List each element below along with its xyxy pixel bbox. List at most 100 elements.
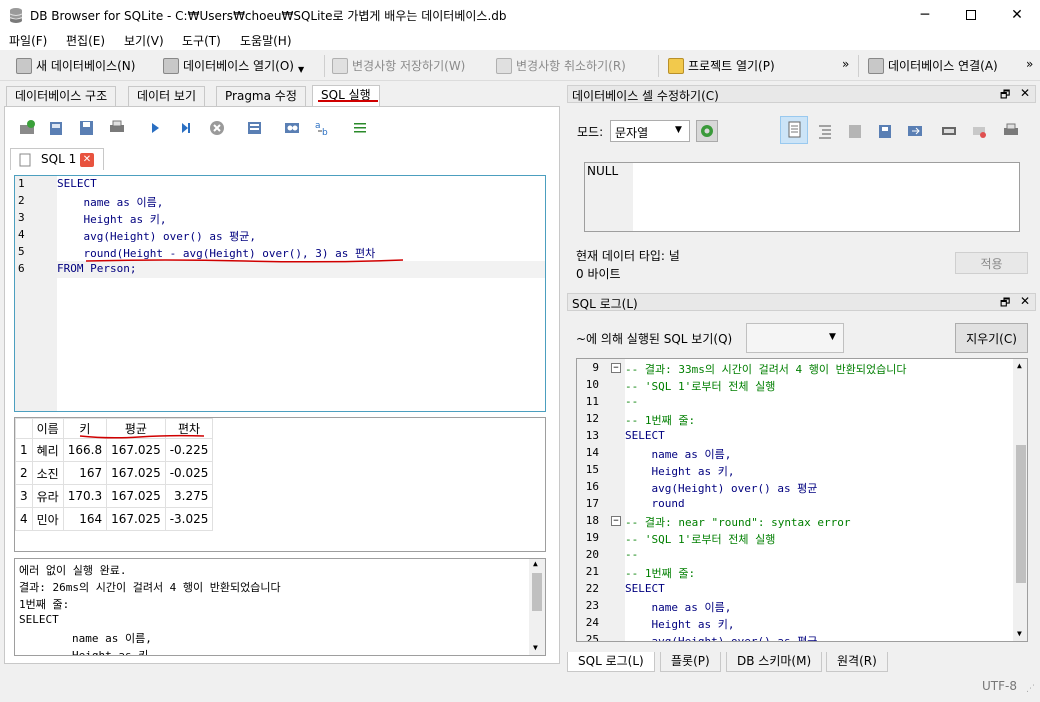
menu-edit[interactable]: 편집(E): [66, 32, 105, 49]
fold-marker-icon[interactable]: −: [611, 363, 621, 373]
clear-log-button[interactable]: 지우기(C): [955, 323, 1028, 353]
set-null-icon[interactable]: [906, 122, 924, 140]
menu-view[interactable]: 보기(V): [124, 32, 164, 49]
float-panel-icon[interactable]: 🗗: [1000, 86, 1010, 105]
clear-icon[interactable]: [970, 122, 988, 140]
row-number[interactable]: 4: [15, 507, 33, 531]
apply-button[interactable]: 적용: [955, 252, 1028, 274]
maximize-button[interactable]: [948, 0, 994, 30]
save-sql-file-button[interactable]: [78, 119, 96, 137]
table-cell[interactable]: 167.025: [106, 507, 166, 531]
tab-execute-sql[interactable]: SQL 실행: [312, 85, 380, 107]
execution-message-box[interactable]: 에러 없이 실행 완료. 결과: 26ms의 시간이 걸려서 4 행이 반환되었…: [14, 558, 546, 656]
scroll-up-icon[interactable]: ▲: [533, 559, 538, 568]
log-line-number: 18: [585, 514, 599, 527]
menu-file[interactable]: 파일(F): [9, 32, 47, 49]
open-sql-file-button[interactable]: [48, 119, 66, 137]
find-replace-button[interactable]: ab: [314, 119, 332, 138]
log-line: -- 'SQL 1'로부터 전체 실행: [625, 380, 776, 393]
results-grid[interactable]: 이름 키 평균 편차 1 혜리 166.8 167.025 -0.225 2 소…: [14, 417, 546, 552]
close-tab-icon[interactable]: ✕: [80, 153, 94, 167]
scrollbar-thumb[interactable]: [532, 573, 542, 611]
resize-grip-icon[interactable]: ⋰: [1026, 684, 1035, 694]
scroll-down-icon[interactable]: ▼: [533, 643, 538, 652]
row-number[interactable]: 3: [15, 484, 33, 508]
auto-switch-mode-button[interactable]: [696, 120, 718, 142]
stop-execution-button[interactable]: [208, 119, 226, 137]
menu-help[interactable]: 도움말(H): [240, 32, 292, 49]
table-cell[interactable]: -3.025: [164, 507, 214, 531]
mode-select[interactable]: 문자열 ▼: [610, 120, 690, 142]
write-changes-button[interactable]: 변경사항 저장하기(W): [332, 57, 465, 74]
tab-edit-pragmas[interactable]: Pragma 수정: [216, 86, 306, 106]
vertical-scrollbar[interactable]: ▲ ▼: [529, 559, 545, 655]
sql-log-filter-select[interactable]: ▼: [746, 323, 844, 353]
import-icon[interactable]: [846, 122, 864, 140]
table-row[interactable]: 2 소진 167 167.025 -0.025: [15, 461, 214, 485]
sql-log-view[interactable]: 9 -- 결과: 33ms의 시간이 걸려서 4 행이 반환되었습니다 10 -- '…: [576, 358, 1028, 642]
open-tab-button[interactable]: [18, 119, 36, 137]
table-cell[interactable]: -0.025: [164, 461, 214, 485]
line-number: 3: [18, 211, 25, 224]
find-button[interactable]: [283, 119, 301, 137]
column-header[interactable]: 이름: [31, 418, 64, 439]
table-cell[interactable]: 유라: [31, 484, 64, 508]
cell-value-editor[interactable]: NULL: [584, 162, 1020, 232]
fold-marker-icon[interactable]: −: [611, 516, 621, 526]
word-wrap-button[interactable]: [780, 116, 808, 144]
tab-database-structure[interactable]: 데이터베이스 구조: [6, 86, 117, 106]
tab-remote[interactable]: 원격(R): [826, 652, 888, 672]
comment-button[interactable]: [351, 119, 369, 137]
dropdown-arrow-icon[interactable]: ▼: [298, 65, 304, 74]
table-cell[interactable]: 164: [62, 507, 108, 531]
table-cell[interactable]: -0.225: [164, 438, 214, 462]
tab-plot[interactable]: 플롯(P): [660, 652, 721, 672]
revert-changes-button[interactable]: 변경사항 취소하기(R): [496, 57, 626, 74]
new-database-button[interactable]: 새 데이터베이스(N): [16, 57, 135, 74]
table-cell[interactable]: 167.025: [106, 484, 166, 508]
table-cell[interactable]: 167.025: [106, 461, 166, 485]
export-icon[interactable]: [876, 122, 894, 140]
row-number[interactable]: 1: [15, 438, 33, 462]
table-cell[interactable]: 3.275: [164, 484, 214, 508]
message-line: 에러 없이 실행 완료.: [19, 564, 127, 577]
table-cell[interactable]: 166.8: [62, 438, 108, 462]
table-cell[interactable]: 167: [62, 461, 108, 485]
table-row[interactable]: 1 혜리 166.8 167.025 -0.225: [15, 438, 214, 462]
execute-all-button[interactable]: [146, 119, 164, 137]
minimize-button[interactable]: ─: [902, 0, 948, 30]
table-cell[interactable]: 170.3: [62, 484, 108, 508]
close-panel-icon[interactable]: ✕: [1020, 294, 1030, 308]
tab-db-schema[interactable]: DB 스키마(M): [726, 652, 823, 672]
close-panel-icon[interactable]: ✕: [1020, 86, 1030, 100]
table-cell[interactable]: 민아: [31, 507, 64, 531]
tab-sql-log[interactable]: SQL 로그(L): [567, 652, 655, 672]
table-cell[interactable]: 소진: [31, 461, 64, 485]
scrollbar-thumb[interactable]: [1016, 445, 1026, 583]
indent-icon[interactable]: [816, 122, 834, 140]
save-results-button[interactable]: [246, 119, 264, 137]
toolbar-overflow-button[interactable]: »: [1026, 57, 1033, 71]
scroll-down-icon[interactable]: ▼: [1017, 629, 1022, 638]
print-button[interactable]: [108, 119, 126, 137]
attach-database-button[interactable]: 데이터베이스 연결(A): [868, 57, 998, 74]
vertical-scrollbar[interactable]: ▲ ▼: [1013, 359, 1027, 641]
close-button[interactable]: ✕: [994, 0, 1040, 30]
open-database-button[interactable]: 데이터베이스 열기(O) ▼: [163, 57, 304, 74]
execute-line-button[interactable]: [177, 119, 195, 137]
scroll-up-icon[interactable]: ▲: [1017, 361, 1022, 370]
sql-editor-tab[interactable]: SQL 1 ✕: [10, 148, 104, 170]
table-row[interactable]: 3 유라 170.3 167.025 3.275: [15, 484, 214, 508]
row-number[interactable]: 2: [15, 461, 33, 485]
print-icon[interactable]: [1002, 122, 1020, 140]
menu-tools[interactable]: 도구(T): [182, 32, 221, 49]
open-project-button[interactable]: 프로젝트 열기(P): [668, 57, 775, 74]
table-cell[interactable]: 혜리: [31, 438, 64, 462]
database-link-icon[interactable]: [940, 122, 958, 140]
sql-editor[interactable]: 1 2 3 4 5 6 SELECT name as 이름, Height as…: [14, 175, 546, 412]
tab-browse-data[interactable]: 데이터 보기: [128, 86, 206, 106]
table-cell[interactable]: 167.025: [106, 438, 166, 462]
toolbar-overflow-button[interactable]: »: [842, 57, 849, 71]
table-row[interactable]: 4 민아 164 167.025 -3.025: [15, 507, 214, 531]
float-panel-icon[interactable]: 🗗: [1000, 294, 1010, 313]
